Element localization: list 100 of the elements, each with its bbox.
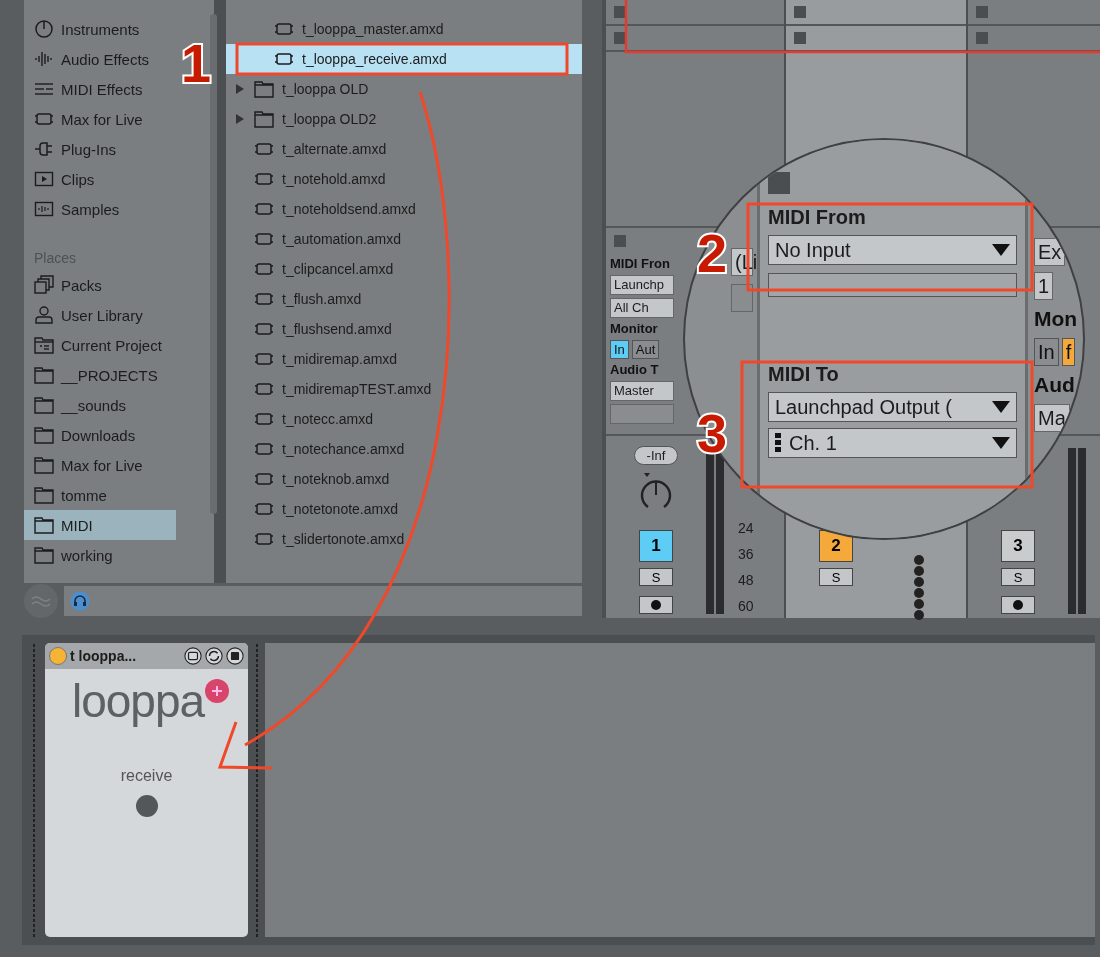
file-item[interactable]: t_midiremap.amxd (226, 344, 582, 374)
folder-icon (34, 395, 54, 415)
place-item[interactable]: __sounds (24, 390, 176, 420)
place-item[interactable]: __PROJECTS (24, 360, 176, 390)
plug-icon (34, 139, 54, 159)
arm-button[interactable] (1001, 596, 1035, 614)
refresh-icon[interactable] (205, 647, 223, 665)
plus-icon[interactable] (205, 679, 230, 703)
device-logo: looppa (71, 675, 205, 727)
midi-from-dropdown[interactable]: No Input (768, 235, 1017, 265)
save-icon[interactable] (226, 647, 244, 665)
routing-dropdown[interactable]: Master (610, 381, 674, 401)
track-activator-button[interactable]: 1 (639, 530, 673, 562)
solo-button[interactable]: S (1001, 568, 1035, 586)
routing-label: Monitor (610, 321, 659, 337)
sample-icon (34, 199, 54, 219)
category-item[interactable]: MIDI Effects (24, 74, 176, 104)
monitor-button[interactable]: In (1034, 338, 1059, 366)
file-item[interactable]: t_looppa OLD (226, 74, 582, 104)
scrollbar[interactable] (210, 14, 217, 514)
routing-label: Aud (1034, 372, 1075, 398)
expand-arrow-icon[interactable] (236, 84, 244, 94)
file-item[interactable]: t_flushsend.amxd (226, 314, 582, 344)
place-item[interactable]: Current Project (24, 330, 176, 360)
file-item[interactable]: t_midiremapTEST.amxd (226, 374, 582, 404)
stacked-boxes-icon (34, 275, 54, 295)
file-item[interactable]: t_looppa_receive.amxd (226, 44, 582, 74)
expand-arrow-icon[interactable] (236, 114, 244, 124)
stop-icon[interactable] (768, 172, 790, 194)
file-item[interactable]: t_looppa_master.amxd (226, 14, 582, 44)
file-item[interactable]: t_alternate.amxd (226, 134, 582, 164)
folder-icon (254, 79, 274, 99)
device-name: t looppa... (70, 648, 138, 664)
play-box-icon (34, 169, 54, 189)
solo-button[interactable]: S (819, 568, 853, 586)
stop-icon[interactable] (614, 32, 626, 44)
routing-dropdown[interactable]: Ma (1034, 404, 1070, 432)
meter-scale-label: 36 (738, 546, 754, 562)
place-item[interactable]: User Library (24, 300, 176, 330)
monitor-button[interactable]: In (610, 340, 629, 359)
project-folder-icon (34, 335, 54, 355)
folder-icon (34, 425, 54, 445)
place-item[interactable]: MIDI (24, 510, 176, 540)
file-item[interactable]: t_notehold.amxd (226, 164, 582, 194)
folder-icon (34, 485, 54, 505)
volume-field[interactable]: -Inf (633, 446, 679, 465)
stop-icon[interactable] (614, 6, 626, 18)
place-item[interactable]: tomme (24, 480, 176, 510)
pan-knob-icon[interactable] (638, 471, 674, 511)
dotted-fader-icon[interactable] (912, 554, 926, 620)
place-item[interactable]: working (24, 540, 176, 570)
monitor-button[interactable]: Aut (631, 340, 660, 359)
empty-dropdown[interactable] (610, 404, 674, 424)
record-icon (1013, 600, 1023, 610)
monitor-button[interactable]: f (1061, 338, 1076, 366)
user-icon (34, 305, 54, 325)
midi-to-dropdown[interactable]: Launchpad Output ( (768, 392, 1017, 422)
track-activator-button[interactable]: 2 (819, 530, 853, 562)
control-label: receive (120, 767, 173, 785)
track-activator-button[interactable]: 3 (1001, 530, 1035, 562)
routing-label: Mon (1034, 306, 1078, 332)
midi-to-label: MIDI To (768, 363, 840, 386)
file-item[interactable]: t_looppa OLD2 (226, 104, 582, 134)
place-item[interactable]: Packs (24, 270, 176, 300)
record-icon (651, 600, 661, 610)
routing-dropdown[interactable]: Ex (1034, 238, 1066, 266)
midi-from-label: MIDI From (768, 206, 867, 229)
category-item[interactable]: Samples (24, 194, 176, 224)
file-item[interactable]: t_flush.amxd (226, 284, 582, 314)
category-item[interactable]: Audio Effects (24, 44, 176, 74)
folder-icon (34, 455, 54, 475)
file-item[interactable]: t_slidertonote.amxd (226, 524, 582, 554)
wave-icon[interactable] (24, 583, 58, 618)
empty-dropdown[interactable] (731, 284, 753, 312)
file-item[interactable]: t_noteknob.amxd (226, 464, 582, 494)
max-device-icon[interactable] (184, 647, 202, 665)
file-item[interactable]: t_notecc.amxd (226, 404, 582, 434)
file-item[interactable]: t_notechance.amxd (226, 434, 582, 464)
toggle-dot-button[interactable] (135, 795, 158, 817)
category-item[interactable]: Plug-Ins (24, 134, 176, 164)
category-item[interactable]: Clips (24, 164, 176, 194)
channel-icon (775, 433, 781, 453)
category-item[interactable]: Max for Live (24, 104, 176, 134)
channel-dropdown[interactable]: Ch. 1 (768, 428, 1017, 458)
routing-dropdown[interactable]: Launchp (610, 275, 674, 295)
dropdown-arrow-icon (992, 401, 1010, 413)
channel-dropdown[interactable]: 1 (1034, 272, 1054, 300)
place-item[interactable]: Downloads (24, 420, 176, 450)
file-item[interactable]: t_clipcancel.amxd (226, 254, 582, 284)
solo-button[interactable]: S (639, 568, 673, 586)
device-power-button[interactable] (49, 647, 67, 665)
folder-icon (34, 365, 54, 385)
category-item[interactable]: Instruments (24, 14, 176, 44)
channel-dropdown[interactable]: All Ch (610, 298, 674, 318)
place-item[interactable]: Max for Live (24, 450, 176, 480)
file-item[interactable]: t_notetonote.amxd (226, 494, 582, 524)
headphones-icon[interactable] (70, 590, 90, 611)
file-item[interactable]: t_noteholdsend.amxd (226, 194, 582, 224)
arm-button[interactable] (639, 596, 673, 614)
file-item[interactable]: t_automation.amxd (226, 224, 582, 254)
